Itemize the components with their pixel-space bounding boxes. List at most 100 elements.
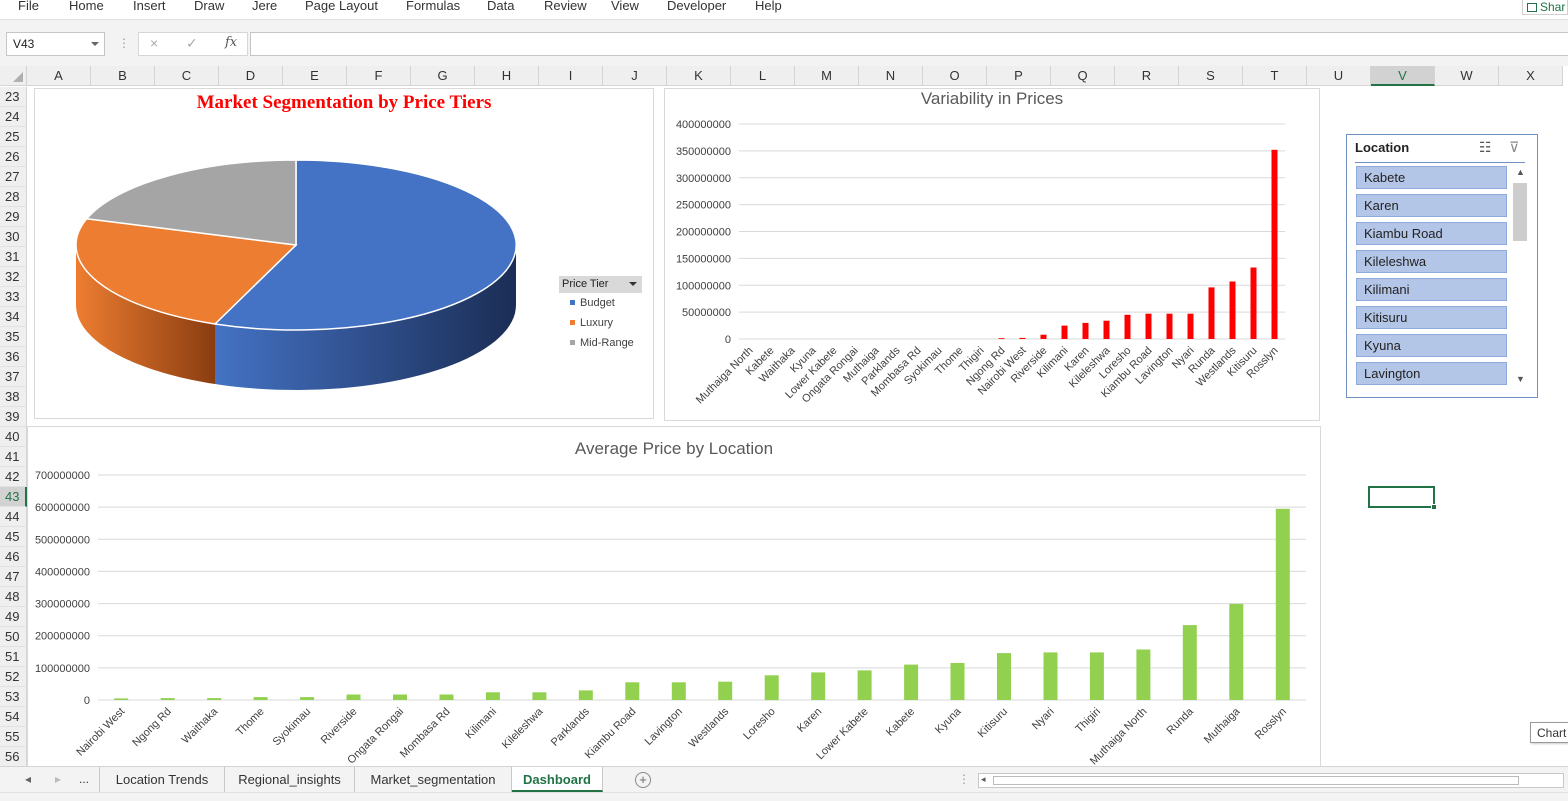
name-box[interactable]: V43 [6,32,105,56]
column-header-s[interactable]: S [1179,66,1243,86]
legend-item-luxury[interactable]: Luxury [570,317,613,329]
bar-kileleshwa[interactable] [532,692,547,700]
bar-lower-kabete[interactable] [857,670,872,700]
bar-kiambu-road[interactable] [1145,313,1152,339]
row-header-32[interactable]: 32 [0,267,27,287]
column-header-p[interactable]: P [987,66,1051,86]
row-header-45[interactable]: 45 [0,527,27,547]
column-header-j[interactable]: J [603,66,667,86]
formula-input[interactable] [250,32,1568,56]
scroll-down-icon[interactable]: ▼ [1516,374,1525,384]
ribbon-tab-data[interactable]: Data [487,0,514,13]
ribbon-tab-formulas[interactable]: Formulas [406,0,460,13]
bar-kilimani[interactable] [485,692,500,700]
ribbon-tab-developer[interactable]: Developer [667,0,726,13]
bar-westlands[interactable] [1229,281,1236,340]
column-header-e[interactable]: E [283,66,347,86]
cancel-icon[interactable]: × [150,35,158,51]
column-header-d[interactable]: D [219,66,283,86]
column-header-w[interactable]: W [1435,66,1499,86]
bar-riverside[interactable] [346,694,361,701]
bar-riverside[interactable] [1040,334,1047,339]
column-header-i[interactable]: I [539,66,603,86]
ribbon-tab-help[interactable]: Help [755,0,782,13]
bar-kitisuru[interactable] [1250,267,1257,340]
bar-loresho[interactable] [1124,314,1131,339]
column-header-o[interactable]: O [923,66,987,86]
add-sheet-icon[interactable]: + [635,772,651,788]
bar-kyuna[interactable] [950,663,965,700]
scroll-up-icon[interactable]: ▲ [1516,167,1525,177]
column-header-v[interactable]: V [1371,66,1435,86]
row-header-26[interactable]: 26 [0,147,27,167]
bar-loresho[interactable] [764,675,779,701]
bar-kitisuru[interactable] [997,653,1011,700]
column-header-k[interactable]: K [667,66,731,86]
column-header-x[interactable]: X [1499,66,1563,86]
column-header-n[interactable]: N [859,66,923,86]
row-header-40[interactable]: 40 [0,427,27,447]
ribbon-tab-home[interactable]: Home [69,0,104,13]
slicer-item-kabete[interactable]: Kabete [1356,166,1507,189]
average-price-chart[interactable]: Average Price by Location 0 100000000 2000… [27,426,1321,768]
column-header-q[interactable]: Q [1051,66,1115,86]
row-header-48[interactable]: 48 [0,587,27,607]
row-header-35[interactable]: 35 [0,327,27,347]
row-header-33[interactable]: 33 [0,287,27,307]
column-header-a[interactable]: A [27,66,91,86]
bar-waithaka[interactable] [207,698,222,700]
row-header-34[interactable]: 34 [0,307,27,327]
fill-handle[interactable] [1431,504,1437,510]
bar-thome[interactable] [253,697,268,700]
bar-mombasa-rd[interactable] [439,694,454,701]
bar-kiambu-road[interactable] [625,682,640,700]
sheet-tab-market-segmentation[interactable]: Market_segmentation [355,767,512,792]
column-header-g[interactable]: G [411,66,475,86]
column-header-r[interactable]: R [1115,66,1179,86]
bar-rosslyn[interactable] [1275,508,1290,701]
bar-ngong-rd[interactable] [160,698,175,700]
ribbon-tab-draw[interactable]: Draw [194,0,224,13]
sheet-tab-location-trends[interactable]: Location Trends [99,767,225,792]
horizontal-scrollbar[interactable]: ◂ [978,773,1564,788]
row-header-51[interactable]: 51 [0,647,27,667]
ribbon-tab-view[interactable]: View [611,0,639,13]
row-header-53[interactable]: 53 [0,687,27,707]
bar-karen[interactable] [1082,322,1089,339]
horizontal-scroll-thumb[interactable] [993,776,1519,785]
sheet-tab-regional-insights[interactable]: Regional_insights [225,767,355,792]
row-header-55[interactable]: 55 [0,727,27,747]
bar-runda[interactable] [1182,625,1197,700]
bar-nairobi-west[interactable] [114,698,129,700]
scroll-tabs-left-icon[interactable]: ◂ [25,772,31,786]
slicer-item-kileleshwa[interactable]: Kileleshwa [1356,250,1507,273]
row-header-54[interactable]: 54 [0,707,27,727]
insert-function-icon[interactable]: fx [225,35,237,50]
bar-thigiri[interactable] [1089,652,1104,700]
bar-kileleshwa[interactable] [1103,320,1110,339]
ribbon-tab-page-layout[interactable]: Page Layout [305,0,378,13]
ribbon-tab-review[interactable]: Review [544,0,587,13]
pie-legend-title[interactable]: Price Tier [559,276,642,293]
row-header-46[interactable]: 46 [0,547,27,567]
row-header-38[interactable]: 38 [0,387,27,407]
row-header-41[interactable]: 41 [0,447,27,467]
bar-runda[interactable] [1208,287,1215,339]
location-slicer[interactable]: Location ☷ ⊽ Kabete Karen Kiambu Road Kilel… [1346,134,1538,398]
row-header-25[interactable]: 25 [0,127,27,147]
row-header-50[interactable]: 50 [0,627,27,647]
bar-karen[interactable] [811,672,826,700]
row-header-27[interactable]: 27 [0,167,27,187]
bar-ngong-rd[interactable] [998,338,1005,339]
bar-kabete[interactable] [904,664,919,700]
scroll-thumb[interactable] [1513,183,1527,241]
sheet-tab-dashboard[interactable]: Dashboard [512,767,603,792]
ribbon-tab-file[interactable]: File [18,0,39,13]
share-button[interactable]: Shar [1522,0,1568,15]
scroll-left-icon[interactable]: ◂ [981,774,986,785]
legend-item-budget[interactable]: Budget [570,297,615,309]
row-header-49[interactable]: 49 [0,607,27,627]
row-header-36[interactable]: 36 [0,347,27,367]
column-header-h[interactable]: H [475,66,539,86]
legend-item-mid-range[interactable]: Mid-Range [570,337,634,349]
